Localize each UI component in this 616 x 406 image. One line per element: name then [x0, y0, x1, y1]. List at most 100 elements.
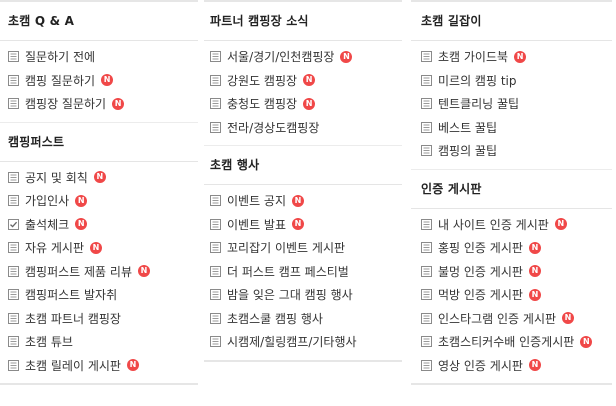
board-icon [8, 98, 19, 110]
board-link[interactable]: 인스타그램 인증 게시판 N [411, 307, 612, 331]
board-link[interactable]: 시캠제/힐링캠프/기타행사 [204, 330, 402, 354]
board-link[interactable]: 자유 게시판 N [0, 236, 198, 260]
board-label: 더 퍼스트 캠프 페스티벌 [227, 264, 349, 279]
board-icon [421, 359, 432, 371]
board-icon [421, 121, 432, 133]
board-link[interactable]: 초캠 튜브 [0, 330, 198, 354]
board-link[interactable]: 초캠 릴레이 게시판 N [0, 354, 198, 378]
board-label: 가입인사 [25, 194, 70, 209]
board-label: 꼬리잡기 이벤트 게시판 [227, 241, 346, 256]
menu-section: 초캠 Q & A 질문하기 전에 캠핑 질문하기 N 캠핑장 질문하기 N [0, 2, 198, 122]
board-label: 밤을 잊은 그대 캠핑 행사 [227, 288, 353, 303]
board-list: 서울/경기/인천캠핑장 N 강원도 캠핑장 N 충청도 캠핑장 N 전라/경상도캠핑장 [204, 41, 402, 145]
board-link[interactable]: 공지 및 회칙 N [0, 166, 198, 190]
board-link[interactable]: 이벤트 공지 N [204, 189, 402, 213]
board-icon [8, 359, 19, 371]
new-badge-icon: N [292, 194, 305, 207]
board-label: 전라/경상도캠핑장 [227, 120, 320, 135]
board-link[interactable]: 영상 인증 게시판 N [411, 354, 612, 378]
board-label: 공지 및 회칙 [25, 170, 88, 185]
board-list: 공지 및 회칙 N 가입인사 N 출석체크 N 자유 게시판 N 캠핑퍼스트 제품 리뷰 N 캠핑퍼… [0, 162, 198, 384]
new-badge-icon: N [303, 97, 316, 110]
new-badge-icon: N [528, 265, 541, 278]
board-link[interactable]: 미르의 캠핑 tip [411, 69, 612, 93]
board-link[interactable]: 내 사이트 인증 게시판 N [411, 213, 612, 237]
board-link[interactable]: 캠핑 질문하기 N [0, 69, 198, 93]
board-link[interactable]: 초캠스쿨 캠핑 행사 [204, 307, 402, 331]
board-list: 초캠 가이드북 N 미르의 캠핑 tip 텐트클리닝 꿀팁베스트 꿀팁캠핑의 꿀팁 [411, 41, 612, 169]
board-label: 초캠 튜브 [25, 335, 73, 350]
board-label: 초캠스티커수배 인증게시판 [438, 335, 575, 350]
check-board-icon [8, 218, 19, 230]
board-icon [210, 74, 221, 86]
board-link[interactable]: 먹방 인증 게시판 N [411, 283, 612, 307]
board-link[interactable]: 이벤트 발표 N [204, 213, 402, 237]
board-icon [8, 289, 19, 301]
column-bottom-divider [204, 359, 402, 362]
board-link[interactable]: 전라/경상도캠핑장 [204, 116, 402, 140]
board-icon [421, 242, 432, 254]
board-icon [210, 265, 221, 277]
board-link[interactable]: 초캠스티커수배 인증게시판 N [411, 330, 612, 354]
new-badge-icon: N [580, 335, 593, 348]
section-title: 파트너 캠핑장 소식 [204, 2, 402, 41]
board-icon [421, 74, 432, 86]
board-link[interactable]: 충청도 캠핑장 N [204, 92, 402, 116]
new-badge-icon: N [303, 74, 316, 87]
board-icon [210, 121, 221, 133]
board-icon [421, 218, 432, 230]
board-label: 캠핑의 꿀팁 [438, 144, 498, 159]
board-link[interactable]: 홍핑 인증 게시판 N [411, 236, 612, 260]
board-icon [421, 336, 432, 348]
menu-column-2: 파트너 캠핑장 소식 서울/경기/인천캠핑장 N 강원도 캠핑장 N 충청도 캠핑장 N 전라… [204, 0, 402, 362]
board-list: 질문하기 전에캠핑 질문하기 N 캠핑장 질문하기 N [0, 41, 198, 122]
board-link[interactable]: 서울/경기/인천캠핑장 N [204, 45, 402, 69]
section-title: 초캠 길잡이 [411, 2, 612, 41]
board-link[interactable]: 가입인사 N [0, 189, 198, 213]
board-link[interactable]: 밤을 잊은 그대 캠핑 행사 [204, 283, 402, 307]
board-label: 불멍 인증 게시판 [438, 264, 523, 279]
board-icon [421, 51, 432, 63]
board-link[interactable]: 캠핑장 질문하기 N [0, 92, 198, 116]
board-link[interactable]: 베스트 꿀팁 [411, 116, 612, 140]
new-badge-icon: N [112, 97, 125, 110]
board-link[interactable]: 질문하기 전에 [0, 45, 198, 69]
board-icon [210, 312, 221, 324]
new-badge-icon: N [101, 74, 114, 87]
board-link[interactable]: 불멍 인증 게시판 N [411, 260, 612, 284]
board-icon [8, 336, 19, 348]
board-link[interactable]: 더 퍼스트 캠프 페스티벌 [204, 260, 402, 284]
section-title: 초캠 행사 [204, 146, 402, 185]
board-link[interactable]: 캠핑의 꿀팁 [411, 139, 612, 163]
board-link[interactable]: 강원도 캠핑장 N [204, 69, 402, 93]
menu-section: 인증 게시판 내 사이트 인증 게시판 N 홍핑 인증 게시판 N 불멍 인증 게시판 N 먹… [411, 170, 612, 384]
board-link[interactable]: 텐트클리닝 꿀팁 [411, 92, 612, 116]
board-label: 베스트 꿀팁 [438, 120, 498, 135]
board-label: 강원도 캠핑장 [227, 73, 298, 88]
board-label: 출석체크 [25, 217, 70, 232]
board-label: 질문하기 전에 [25, 50, 96, 65]
board-link[interactable]: 캠핑퍼스트 제품 리뷰 N [0, 260, 198, 284]
new-badge-icon: N [340, 50, 353, 63]
board-icon [8, 312, 19, 324]
column-bottom-divider [411, 383, 612, 385]
section-title: 초캠 Q & A [0, 2, 198, 41]
board-label: 텐트클리닝 꿀팁 [438, 97, 520, 112]
board-icon [421, 98, 432, 110]
board-link[interactable]: 초캠 파트너 캠핑장 [0, 307, 198, 331]
board-label: 자유 게시판 [25, 241, 85, 256]
board-link[interactable]: 출석체크 N [0, 213, 198, 237]
board-label: 미르의 캠핑 tip [438, 73, 517, 88]
menu-column-3: 초캠 길잡이초캠 가이드북 N 미르의 캠핑 tip 텐트클리닝 꿀팁베스트 꿀팁캠핑… [411, 0, 612, 385]
board-link[interactable]: 캠핑퍼스트 발자취 [0, 283, 198, 307]
section-title: 인증 게시판 [411, 170, 612, 209]
board-icon [421, 265, 432, 277]
board-icon [8, 195, 19, 207]
board-icon [421, 145, 432, 157]
board-link[interactable]: 초캠 가이드북 N [411, 45, 612, 69]
board-label: 초캠 릴레이 게시판 [25, 358, 121, 373]
menu-section: 초캠 길잡이초캠 가이드북 N 미르의 캠핑 tip 텐트클리닝 꿀팁베스트 꿀팁캠핑… [411, 2, 612, 169]
board-icon [210, 289, 221, 301]
board-list: 이벤트 공지 N 이벤트 발표 N 꼬리잡기 이벤트 게시판더 퍼스트 캠프 페스티벌밤… [204, 185, 402, 360]
board-link[interactable]: 꼬리잡기 이벤트 게시판 [204, 236, 402, 260]
